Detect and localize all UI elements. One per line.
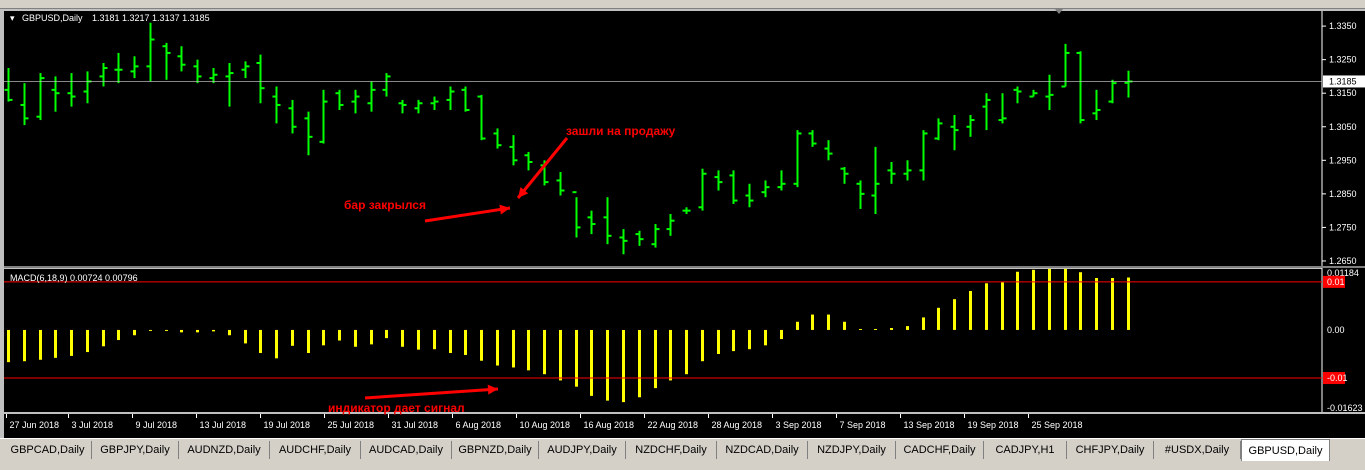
ohlc-header: 1.3181 1.3217 1.3137 1.3185 <box>92 13 210 23</box>
time-tick-label: 6 Aug 2018 <box>456 420 502 430</box>
price-tick-label: 1.2950 <box>1329 155 1357 165</box>
time-tick-label: 25 Sep 2018 <box>1032 420 1083 430</box>
chart-tab-bar: GBPCAD,Daily GBPJPY,Daily AUDNZD,Daily AUDC… <box>0 438 1365 470</box>
macd-tick-label: 0.01 <box>1327 277 1345 287</box>
price-axis-panel <box>1322 11 1365 412</box>
time-tick-label: 13 Sep 2018 <box>904 420 955 430</box>
annotation-entered-sell: зашли на продажу <box>566 124 676 138</box>
chart-symbol-title: GBPUSD,Daily <box>22 13 83 23</box>
chart-tab[interactable]: NZDCAD,Daily <box>717 441 808 459</box>
time-tick-label: 3 Sep 2018 <box>776 420 822 430</box>
macd-title: MACD(6,18,9) 0.00724 0.00796 <box>10 273 138 283</box>
time-tick-label: 9 Jul 2018 <box>136 420 178 430</box>
annotation-bar-closed: бар закрылся <box>344 198 426 212</box>
time-tick-label: 27 Jun 2018 <box>10 420 60 430</box>
chart-tab[interactable]: AUDCHF,Daily <box>270 441 361 459</box>
chart-window: 1.3350 1.3250 1.3150 1.3050 1.2950 1.2850 1.27… <box>0 0 1365 438</box>
price-tick-label: 1.2850 <box>1329 189 1357 199</box>
time-tick-label: 25 Jul 2018 <box>328 420 375 430</box>
macd-panel <box>4 269 1322 412</box>
price-tick-label: 1.2750 <box>1329 222 1357 232</box>
chart-tab[interactable]: GBPUSD,Daily <box>1241 439 1330 461</box>
chart-tab[interactable]: AUDCAD,Daily <box>361 441 452 459</box>
chart-tab[interactable]: GBPCAD,Daily <box>4 441 92 459</box>
time-tick-label: 22 Aug 2018 <box>648 420 699 430</box>
time-tick-label: 19 Sep 2018 <box>968 420 1019 430</box>
chart-tab[interactable]: CADJPY,H1 <box>984 441 1067 459</box>
chart-canvas[interactable]: 1.3350 1.3250 1.3150 1.3050 1.2950 1.2850 1.27… <box>0 8 1365 438</box>
time-tick-label: 31 Jul 2018 <box>392 420 439 430</box>
chart-tab[interactable]: NZDJPY,Daily <box>808 441 896 459</box>
time-tick-label: 13 Jul 2018 <box>200 420 247 430</box>
current-price-label: 1.3185 <box>1329 76 1357 86</box>
time-tick-label: 19 Jul 2018 <box>264 420 311 430</box>
chart-tab[interactable]: AUDJPY,Daily <box>539 441 626 459</box>
chart-tab[interactable]: GBPJPY,Daily <box>92 441 179 459</box>
chart-tab[interactable]: AUDNZD,Daily <box>179 441 270 459</box>
time-tick-label: 10 Aug 2018 <box>520 420 571 430</box>
time-tick-label: 28 Aug 2018 <box>712 420 763 430</box>
annotation-indicator-signal: индикатор дает сигнал <box>328 401 465 415</box>
macd-tick-label: 0.00 <box>1327 325 1345 335</box>
price-panel <box>4 11 1322 266</box>
chart-tab[interactable]: GBPNZD,Daily <box>452 441 539 459</box>
price-tick-label: 1.3150 <box>1329 88 1357 98</box>
chart-tab[interactable]: NZDCHF,Daily <box>626 441 717 459</box>
macd-tick-label: -0.01623 <box>1327 403 1363 413</box>
price-tick-label: 1.3050 <box>1329 122 1357 132</box>
time-tick-label: 7 Sep 2018 <box>840 420 886 430</box>
price-tick-label: 1.3350 <box>1329 21 1357 31</box>
macd-tick-label: -0.01 <box>1327 373 1348 383</box>
time-tick-label: 3 Jul 2018 <box>72 420 114 430</box>
chart-tab[interactable]: CADCHF,Daily <box>896 441 984 459</box>
symbol-arrow-icon: ▾ <box>10 13 15 23</box>
price-tick-label: 1.3250 <box>1329 55 1357 65</box>
chart-tab[interactable]: #USDX,Daily <box>1154 441 1241 459</box>
time-tick-label: 16 Aug 2018 <box>584 420 635 430</box>
chart-tab[interactable]: CHFJPY,Daily <box>1067 441 1154 459</box>
price-tick-label: 1.2650 <box>1329 256 1357 266</box>
